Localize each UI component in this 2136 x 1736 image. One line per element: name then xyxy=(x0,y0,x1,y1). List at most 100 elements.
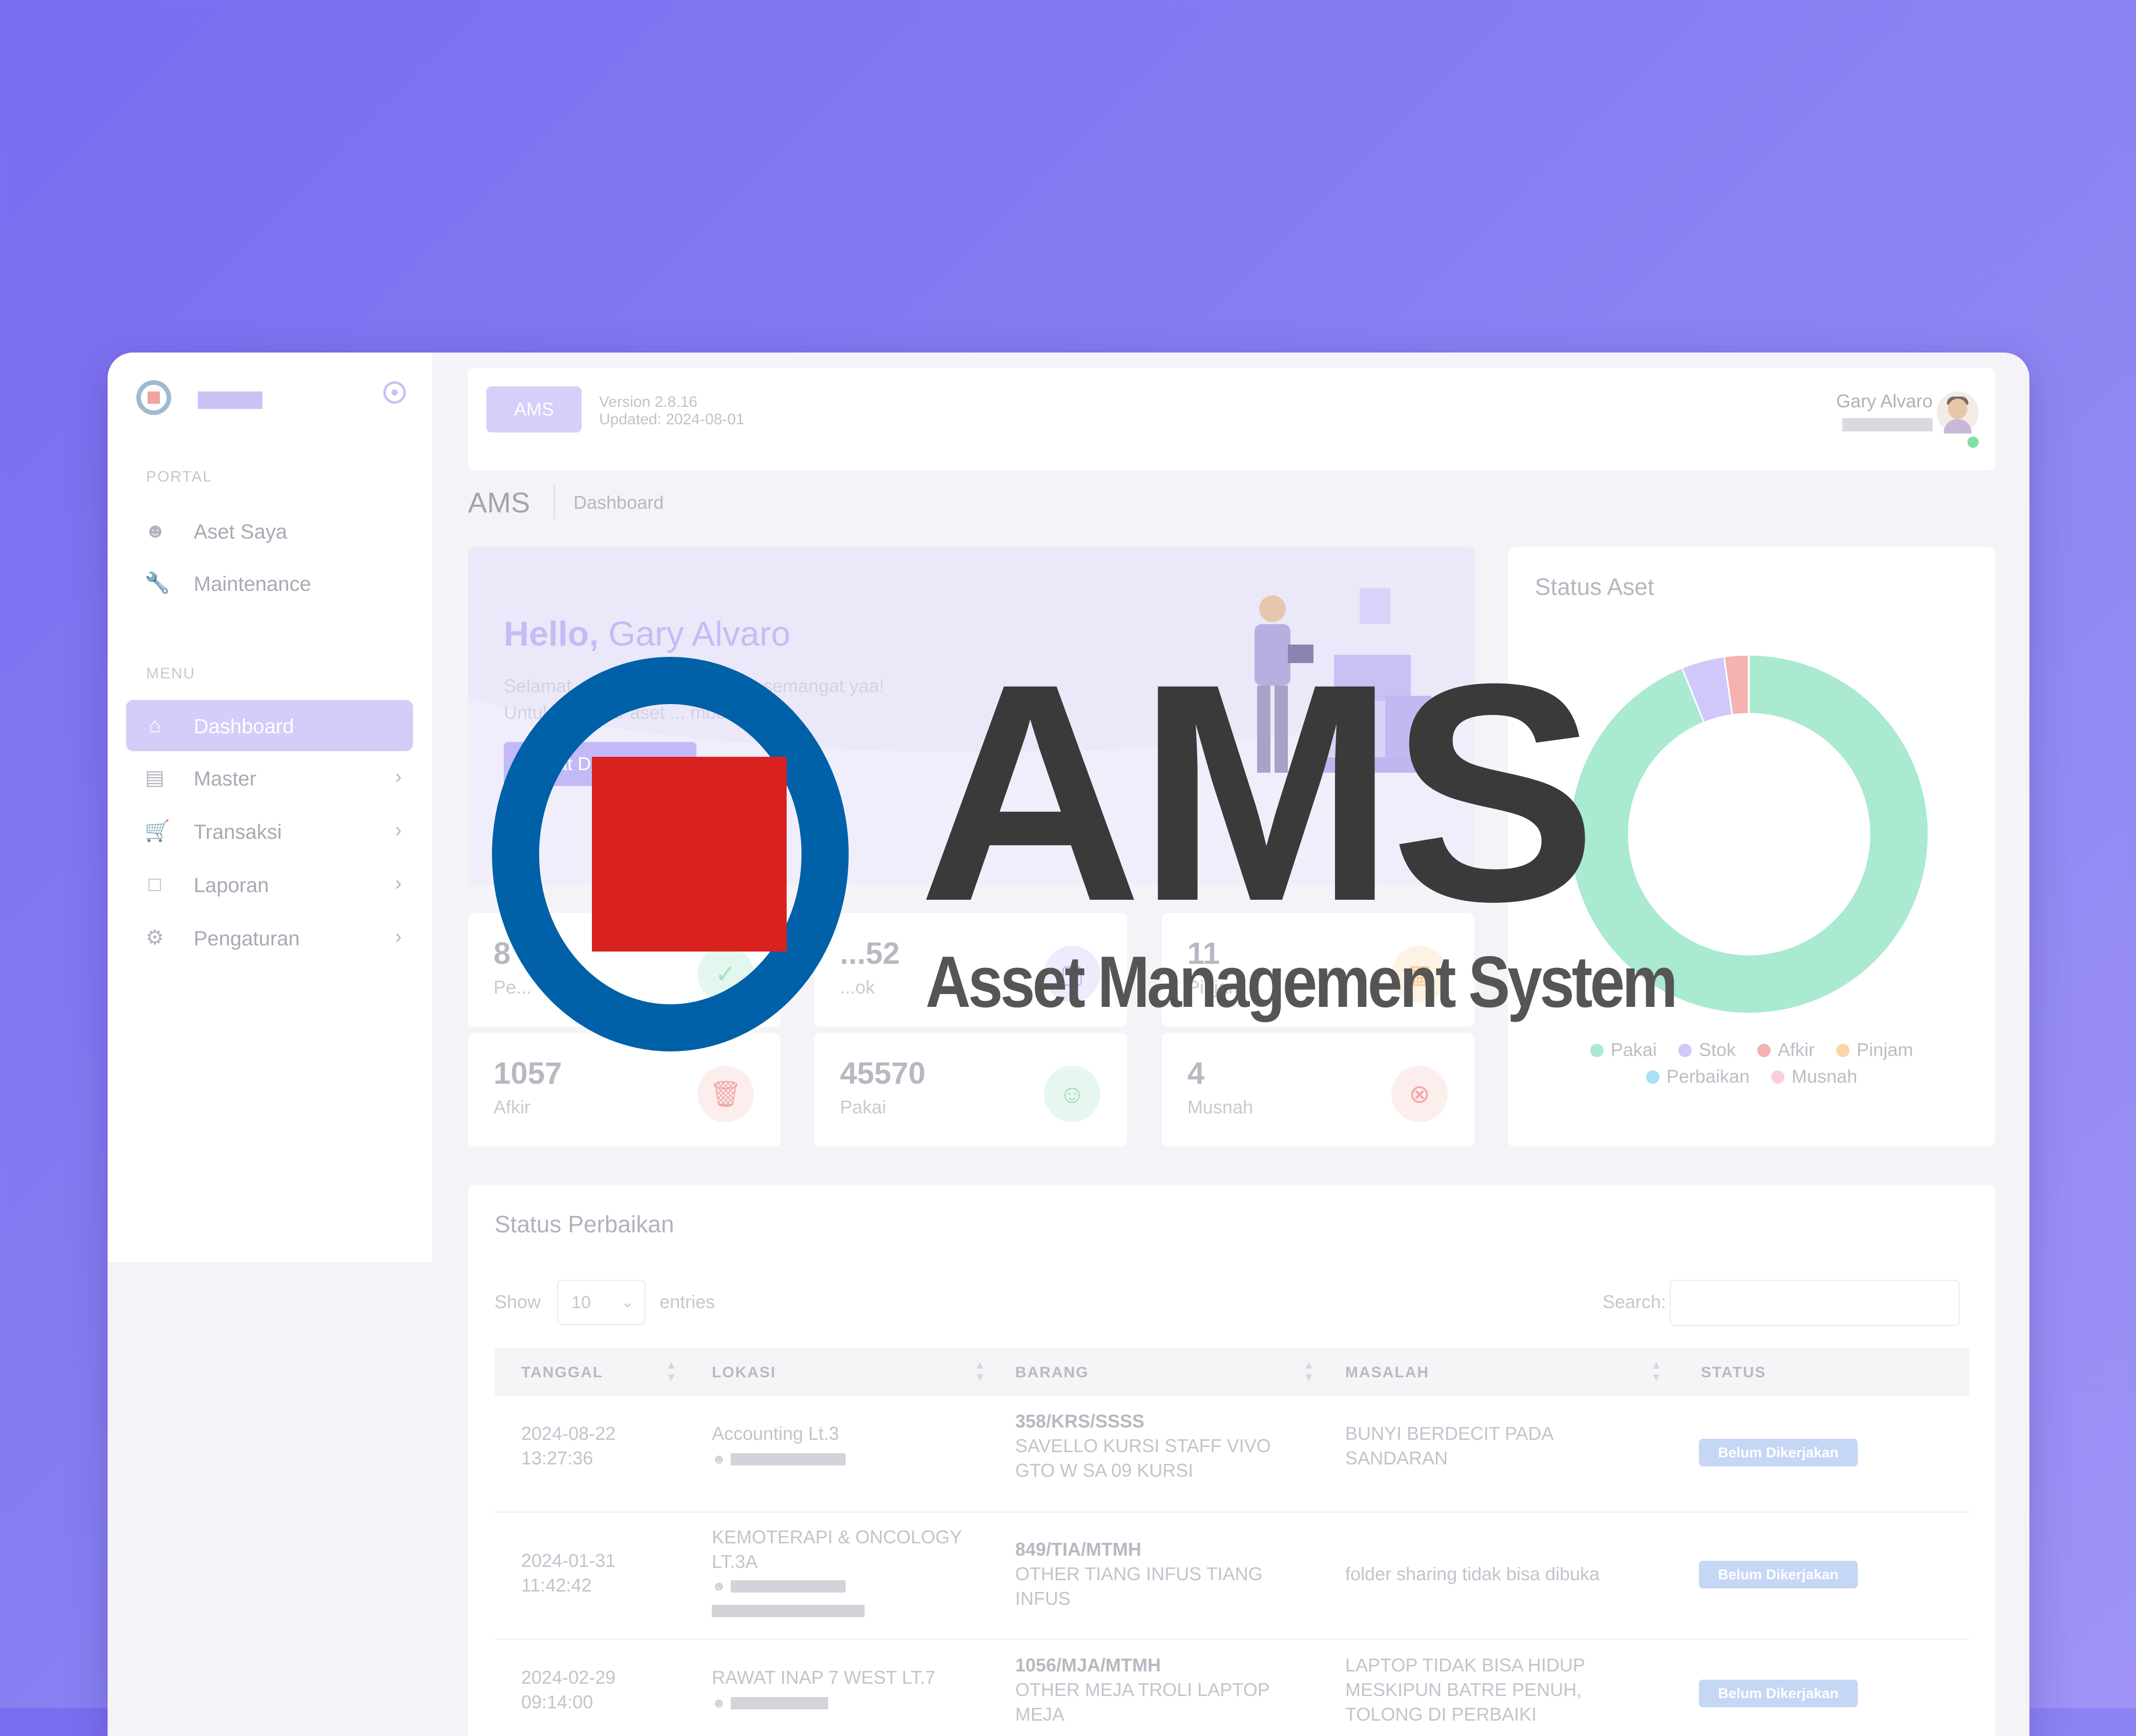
cell-date: 2024-01-3111:42:42 xyxy=(521,1548,615,1598)
entries-select[interactable]: 10⌄ xyxy=(557,1280,645,1325)
status-badge: Belum Dikerjakan xyxy=(1699,1439,1858,1466)
requester-redacted: ☻ xyxy=(712,1451,846,1467)
sidebar-item-master[interactable]: ▤ Master › xyxy=(126,752,413,803)
sidebar-item-aset-saya[interactable]: ☻ Aset Saya xyxy=(126,505,413,556)
x-circle-icon: ⊗ xyxy=(1391,1066,1448,1122)
stat-card-musnah[interactable]: 4 Musnah ⊗ xyxy=(1162,1033,1474,1147)
cart-icon: 🛒 xyxy=(145,821,165,841)
welcome-heading: Hello, Gary Alvaro xyxy=(504,614,790,654)
stat-card-afkir[interactable]: 1057 Afkir 🗑 xyxy=(468,1033,781,1147)
legend-item[interactable]: Stok xyxy=(1678,1039,1736,1061)
status-badge: Belum Dikerjakan xyxy=(1699,1561,1858,1588)
search-input[interactable] xyxy=(1670,1280,1960,1326)
show-label: Show xyxy=(495,1291,541,1313)
legend-item[interactable]: Afkir xyxy=(1757,1039,1815,1061)
ams-logo-wordmark: AMS xyxy=(918,638,1592,948)
stat-value: 8 xyxy=(494,936,510,971)
entries-label: entries xyxy=(660,1291,715,1313)
sidebar-item-label: Aset Saya xyxy=(194,521,287,544)
chevron-right-icon: › xyxy=(395,819,402,842)
cell-item: 358/KRS/SSSSSAVELLO KURSI STAFF VIVOGTO … xyxy=(1015,1409,1271,1483)
cell-issue: folder sharing tidak bisa dibuka xyxy=(1345,1562,1599,1586)
stat-value: 1057 xyxy=(494,1056,562,1091)
sidebar-item-label: Transaksi xyxy=(194,821,282,844)
sidebar-item-maintenance[interactable]: 🔧 Maintenance xyxy=(126,557,413,609)
sidebar-item-laporan[interactable]: □ Laporan › xyxy=(126,859,413,910)
sort-icon[interactable]: ▲▼ xyxy=(1651,1359,1662,1383)
stat-value: 4 xyxy=(1187,1056,1204,1091)
avatar[interactable] xyxy=(1937,391,1979,433)
cell-issue: LAPTOP TIDAK BISA HIDUPMESKIPUN BATRE PE… xyxy=(1345,1653,1585,1727)
column-header-tanggal[interactable]: TANGGAL xyxy=(521,1364,603,1381)
sidebar-item-label: Master xyxy=(194,768,256,791)
breadcrumb-divider xyxy=(553,485,555,519)
sort-icon[interactable]: ▲▼ xyxy=(974,1359,985,1383)
chevron-right-icon: › xyxy=(395,872,402,895)
brand-logo[interactable] xyxy=(136,380,171,415)
legend-item[interactable]: Perbaikan xyxy=(1646,1066,1750,1087)
search-label: Search: xyxy=(1603,1291,1666,1313)
column-header-masalah[interactable]: MASALAH xyxy=(1345,1364,1429,1381)
user-icon: ☻ xyxy=(145,521,165,541)
cell-date: 2024-08-2213:27:36 xyxy=(521,1421,615,1471)
breadcrumb[interactable]: Dashboard xyxy=(573,492,664,513)
requester-extra-redacted xyxy=(712,1603,865,1619)
cell-item: 849/TIA/MTMHOTHER TIANG INFUS TIANGINFUS xyxy=(1015,1537,1263,1611)
file-icon: □ xyxy=(145,874,165,895)
brand-name-redacted xyxy=(198,391,262,409)
topbar: AMS Version 2.8.16 Updated: 2024-08-01 G… xyxy=(468,368,1995,470)
users-icon: ☺ xyxy=(1044,1066,1100,1122)
cell-location: KEMOTERAPI & ONCOLOGYLT.3A xyxy=(712,1525,962,1574)
page-title: AMS xyxy=(468,486,530,519)
sidebar-item-label: Pengaturan xyxy=(194,927,300,950)
sidebar-item-transaksi[interactable]: 🛒 Transaksi › xyxy=(126,805,413,857)
stat-card-pakai[interactable]: 45570 Pakai ☺ xyxy=(814,1033,1127,1147)
stat-label: Pe... xyxy=(494,977,531,998)
requester-redacted: ☻ xyxy=(712,1695,828,1711)
user-name[interactable]: Gary Alvaro xyxy=(1836,390,1933,412)
column-header-status[interactable]: STATUS xyxy=(1701,1364,1767,1381)
status-aset-title: Status Aset xyxy=(1535,573,1654,601)
table-row[interactable]: 2024-08-2213:27:36 Accounting Lt.3 ☻ 358… xyxy=(495,1396,1969,1513)
column-header-lokasi[interactable]: LOKASI xyxy=(712,1364,776,1381)
ams-logo-tagline: Asset Management System xyxy=(926,946,1675,1019)
stat-label: Musnah xyxy=(1187,1097,1253,1118)
table-header: TANGGAL ▲▼ LOKASI ▲▼ BARANG ▲▼ MASALAH ▲… xyxy=(495,1348,1969,1396)
legend-item[interactable]: Musnah xyxy=(1771,1066,1857,1087)
book-icon: ▤ xyxy=(145,768,165,788)
gear-icon: ⚙ xyxy=(145,927,165,948)
sidebar-toggle-icon[interactable] xyxy=(383,381,406,404)
table-row[interactable]: 2024-01-3111:42:42 KEMOTERAPI & ONCOLOGY… xyxy=(495,1512,1969,1640)
online-status-dot xyxy=(1965,435,1981,450)
sidebar: PORTAL ☻ Aset Saya 🔧 Maintenance MENU ⌂ … xyxy=(108,353,432,1262)
sort-icon[interactable]: ▲▼ xyxy=(666,1359,677,1383)
cell-issue: BUNYI BERDECIT PADASANDARAN xyxy=(1345,1421,1554,1471)
legend-item[interactable]: Pakai xyxy=(1590,1039,1657,1061)
status-perbaikan-card: Status Perbaikan Show 10⌄ entries Search… xyxy=(468,1185,1995,1736)
stat-value: ...52 xyxy=(840,936,900,971)
sidebar-item-pengaturan[interactable]: ⚙ Pengaturan › xyxy=(126,912,413,963)
home-icon: ⌂ xyxy=(145,715,165,736)
requester-redacted: ☻ xyxy=(712,1578,846,1594)
sidebar-item-dashboard[interactable]: ⌂ Dashboard xyxy=(126,700,413,751)
wrench-icon: 🔧 xyxy=(145,573,165,593)
chevron-right-icon: › xyxy=(395,766,402,789)
stat-label: ...ok xyxy=(840,977,875,998)
trash-icon: 🗑 xyxy=(697,1066,754,1122)
table-row[interactable]: 2024-02-2909:14:00 RAWAT INAP 7 WEST LT.… xyxy=(495,1639,1969,1736)
legend-item[interactable]: Pinjam xyxy=(1836,1039,1913,1061)
user-role-redacted xyxy=(1842,418,1933,431)
chart-legend-row-1: Pakai Stok Afkir Pinjam xyxy=(1508,1039,1995,1061)
chart-legend-row-2: Perbaikan Musnah xyxy=(1508,1066,1995,1087)
section-label-menu: MENU xyxy=(146,665,195,683)
stat-label: Pakai xyxy=(840,1097,886,1118)
cell-location: Accounting Lt.3 xyxy=(712,1421,839,1446)
version-text: Version 2.8.16 xyxy=(599,394,697,411)
cell-location: RAWAT INAP 7 WEST LT.7 xyxy=(712,1665,935,1690)
sort-icon[interactable]: ▲▼ xyxy=(1303,1359,1315,1383)
sidebar-item-label: Laporan xyxy=(194,874,269,897)
chevron-down-icon: ⌄ xyxy=(621,1281,634,1324)
column-header-barang[interactable]: BARANG xyxy=(1015,1364,1089,1381)
sidebar-item-label: Dashboard xyxy=(194,715,294,738)
app-chip[interactable]: AMS xyxy=(486,386,582,432)
